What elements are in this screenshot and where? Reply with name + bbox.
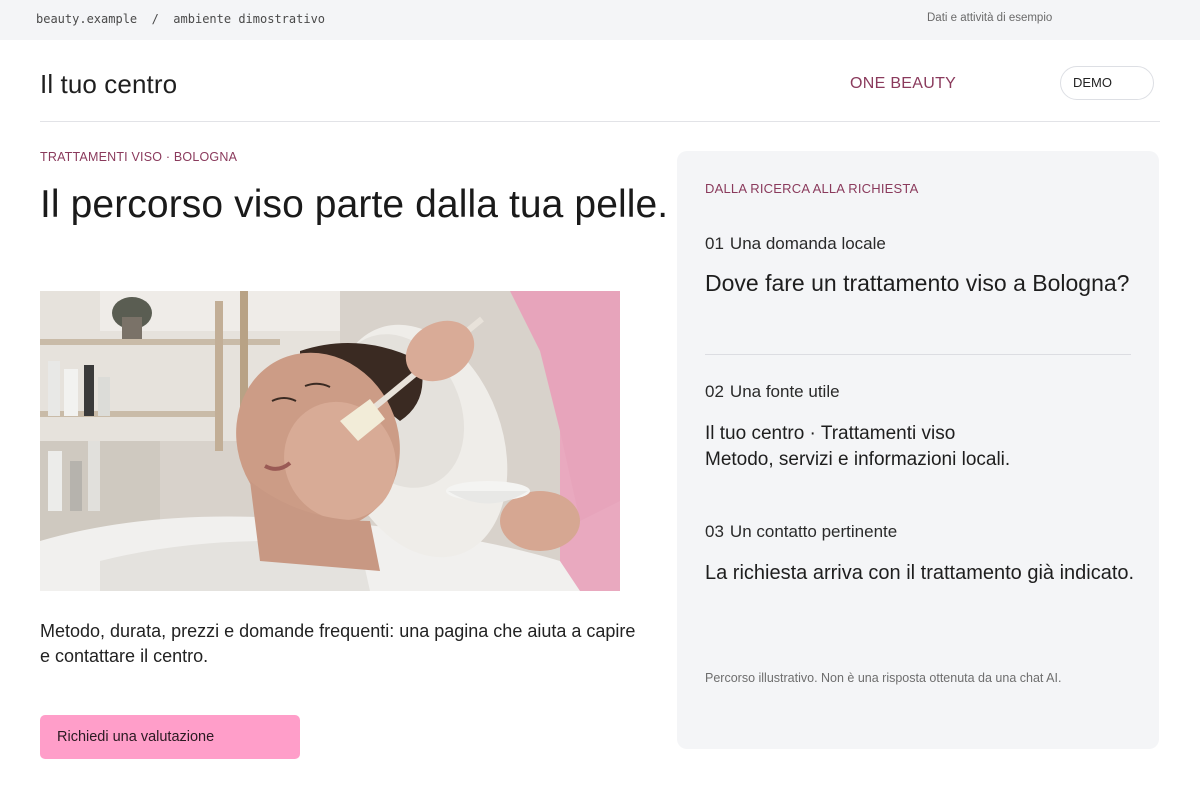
breadcrumb-separator: / [151,12,159,26]
request-evaluation-button[interactable]: Richiedi una valutazione [40,715,300,759]
step-2-source-detail: Metodo, servizi e informazioni locali. [705,449,1011,470]
step-3-body: La richiesta arriva con il trattamento g… [705,562,1135,584]
step-2-number: 02 [705,382,724,401]
site-domain[interactable]: beauty.example [36,12,137,26]
demo-bar: beauty.example / ambiente dimostrativo D… [0,0,1200,40]
journey-divider [705,354,1131,355]
step-3-title: Un contatto pertinente [729,522,898,541]
page-brand-title[interactable]: Il tuo centro [40,69,177,100]
page-headline: Il percorso viso parte dalla tua pelle. [40,183,669,226]
journey-card: DALLA RICERCA ALLA RICHIESTA 01 Una doman… [677,151,1159,749]
brand-name[interactable]: ONE BEAUTY [850,75,956,93]
step-2-body: Il tuo centro · Trattamenti viso Metodo,… [705,421,1145,473]
section-eyebrow: TRATTAMENTI VISO · BOLOGNA [40,150,238,164]
page-description: Metodo, durata, prezzi e domande frequen… [40,621,636,666]
step-2-label: 02 Una fonte utile [705,382,840,402]
step-3-label: 03 Un contatto pertinente [705,522,897,542]
breadcrumb: beauty.example / ambiente dimostrativo [36,12,325,26]
step-1-number: 01 [705,234,724,253]
facial-treatment-photo [40,291,620,591]
step-2-source-title: Il tuo centro · Trattamenti viso [705,423,956,444]
demo-badge: DEMO [1060,66,1154,100]
step-1-label: 01 Una domanda locale [705,234,886,254]
step-1-title: Una domanda locale [729,234,886,253]
journey-disclaimer: Percorso illustrativo. Non è una rispost… [705,671,1062,685]
header-divider [40,121,1160,122]
journey-eyebrow: DALLA RICERCA ALLA RICHIESTA [705,181,919,196]
step-3-number: 03 [705,522,724,541]
step-2-title: Una fonte utile [729,382,840,401]
step-1-body: Dove fare un trattamento viso a Bologna? [705,270,1130,296]
environment-label: ambiente dimostrativo [173,12,326,26]
sample-data-note: Dati e attività di esempio [927,12,1053,24]
